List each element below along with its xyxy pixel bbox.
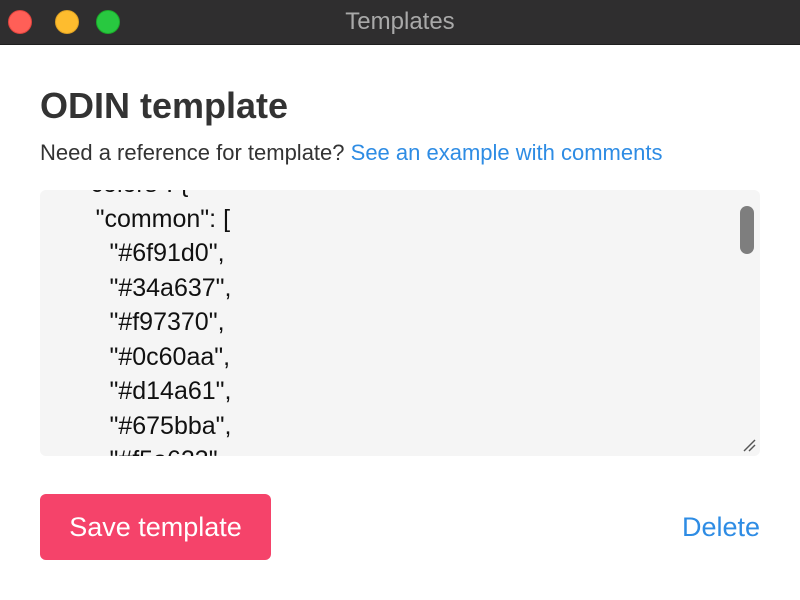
editor-scrollbar[interactable] (740, 206, 754, 254)
example-link[interactable]: See an example with comments (351, 140, 663, 165)
window-title: Templates (345, 8, 455, 35)
template-text[interactable]: "colors": { "common": [ "#6f91d0", "#34a… (40, 190, 232, 456)
resize-grip-icon[interactable] (742, 438, 756, 452)
save-template-button[interactable]: Save template (40, 494, 271, 560)
delete-button[interactable]: Delete (682, 510, 760, 544)
reference-line: Need a reference for template? See an ex… (40, 138, 662, 168)
reference-prompt: Need a reference for template? (40, 140, 345, 165)
page-title: ODIN template (40, 85, 289, 126)
templates-window: Templates ODIN template Need a reference… (0, 0, 800, 600)
title-bar: Templates (0, 0, 800, 45)
template-editor[interactable]: "colors": { "common": [ "#6f91d0", "#34a… (40, 190, 760, 456)
